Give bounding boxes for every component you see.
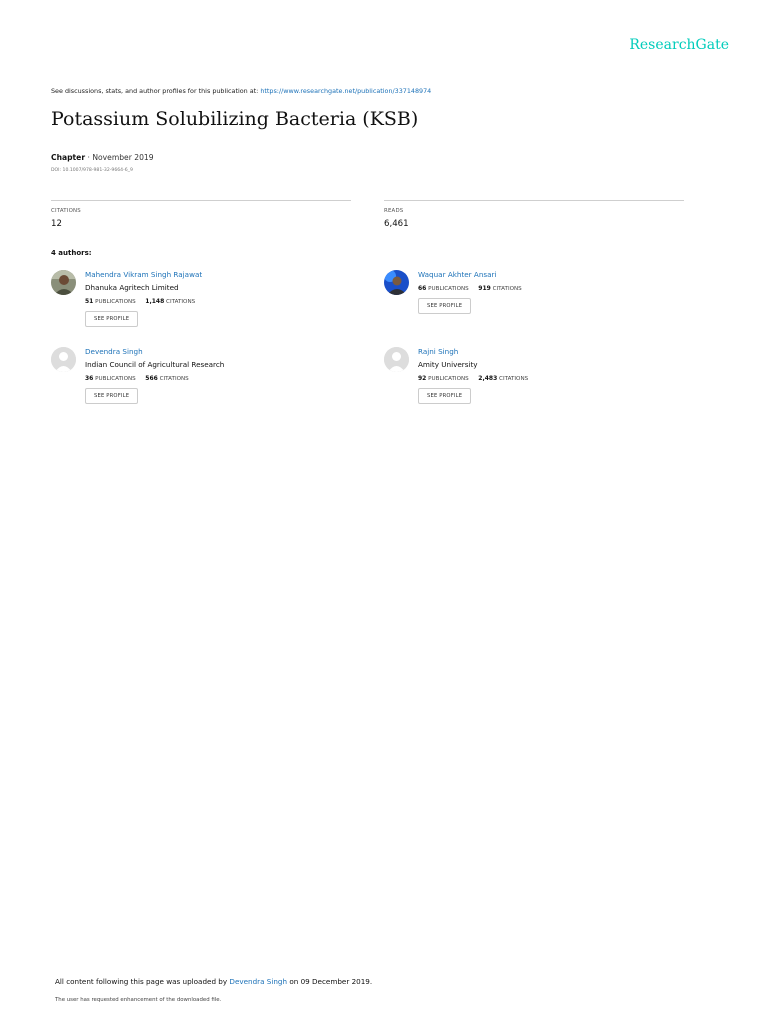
authors-heading: 4 authors: <box>51 249 92 257</box>
publications-count: 66 <box>418 285 427 292</box>
author-avatar[interactable] <box>51 270 76 295</box>
publications-count: 51 <box>85 298 94 305</box>
author-institution: Amity University <box>418 360 478 369</box>
publication-date: · November 2019 <box>87 153 154 162</box>
reads-stat: READS 6,461 <box>384 200 684 229</box>
citations-label: CITATIONS <box>492 286 522 292</box>
author-name[interactable]: Mahendra Vikram Singh Rajawat <box>85 270 202 280</box>
author-info: Rajni Singh Amity University 92 PUBLICAT… <box>418 347 528 404</box>
publication-link[interactable]: https://www.researchgate.net/publication… <box>260 87 431 95</box>
publication-meta: Chapter · November 2019 <box>51 153 154 162</box>
author-institution: Indian Council of Agricultural Research <box>85 360 225 369</box>
publications-count: 36 <box>85 375 94 382</box>
author-name[interactable]: Rajni Singh <box>418 347 528 357</box>
upload-suffix: on 09 December 2019. <box>289 977 373 986</box>
see-profile-button[interactable]: SEE PROFILE <box>85 388 139 404</box>
citations-count: 919 <box>478 285 491 292</box>
enhancement-note: The user has requested enhancement of th… <box>55 997 222 1003</box>
author-avatar[interactable] <box>51 347 76 372</box>
uploader-link[interactable]: Devendra Singh <box>229 977 287 986</box>
author-avatar[interactable] <box>384 347 409 372</box>
publication-title: Potassium Solubilizing Bacteria (KSB) <box>51 108 419 130</box>
see-profile-button[interactable]: SEE PROFILE <box>418 298 472 314</box>
author-info: Devendra Singh Indian Council of Agricul… <box>85 347 224 404</box>
citations-count: 2,483 <box>478 375 498 382</box>
citations-label: CITATIONS <box>51 208 81 214</box>
publications-label: PUBLICATIONS <box>428 376 469 382</box>
author-institution: Dhanuka Agritech Limited <box>85 283 179 292</box>
publications-label: PUBLICATIONS <box>95 376 136 382</box>
publications-count: 92 <box>418 375 427 382</box>
upload-prefix: All content following this page was uplo… <box>55 977 228 986</box>
citations-count: 1,148 <box>145 298 165 305</box>
see-profile-button[interactable]: SEE PROFILE <box>85 311 139 327</box>
upload-notice: All content following this page was uplo… <box>55 977 372 986</box>
publication-doi: DOI: 10.1007/978-981-32-9664-6_9 <box>51 168 133 173</box>
citations-stat: CITATIONS 12 <box>51 200 351 229</box>
author-avatar[interactable] <box>384 270 409 295</box>
reads-value: 6,461 <box>384 219 409 229</box>
citations-label: CITATIONS <box>499 376 529 382</box>
discussion-line: See discussions, stats, and author profi… <box>51 87 431 95</box>
author-name[interactable]: Devendra Singh <box>85 347 224 357</box>
citations-value: 12 <box>51 219 62 229</box>
author-stats: 51 PUBLICATIONS 1,148 CITATIONS <box>85 298 202 305</box>
see-profile-button[interactable]: SEE PROFILE <box>418 388 472 404</box>
reads-label: READS <box>384 208 404 214</box>
author-stats: 66 PUBLICATIONS 919 CITATIONS <box>418 285 522 292</box>
author-info: Waquar Akhter Ansari 66 PUBLICATIONS 919… <box>418 270 522 314</box>
author-name[interactable]: Waquar Akhter Ansari <box>418 270 522 280</box>
author-stats: 36 PUBLICATIONS 566 CITATIONS <box>85 375 224 382</box>
citations-count: 566 <box>145 375 158 382</box>
publications-label: PUBLICATIONS <box>95 299 136 305</box>
discussion-text: See discussions, stats, and author profi… <box>51 87 259 95</box>
citations-label: CITATIONS <box>159 376 189 382</box>
author-info: Mahendra Vikram Singh Rajawat Dhanuka Ag… <box>85 270 202 327</box>
researchgate-logo[interactable]: ResearchGate <box>629 37 729 53</box>
citations-label: CITATIONS <box>166 299 196 305</box>
publication-type: Chapter <box>51 153 86 162</box>
author-stats: 92 PUBLICATIONS 2,483 CITATIONS <box>418 375 528 382</box>
publications-label: PUBLICATIONS <box>428 286 469 292</box>
